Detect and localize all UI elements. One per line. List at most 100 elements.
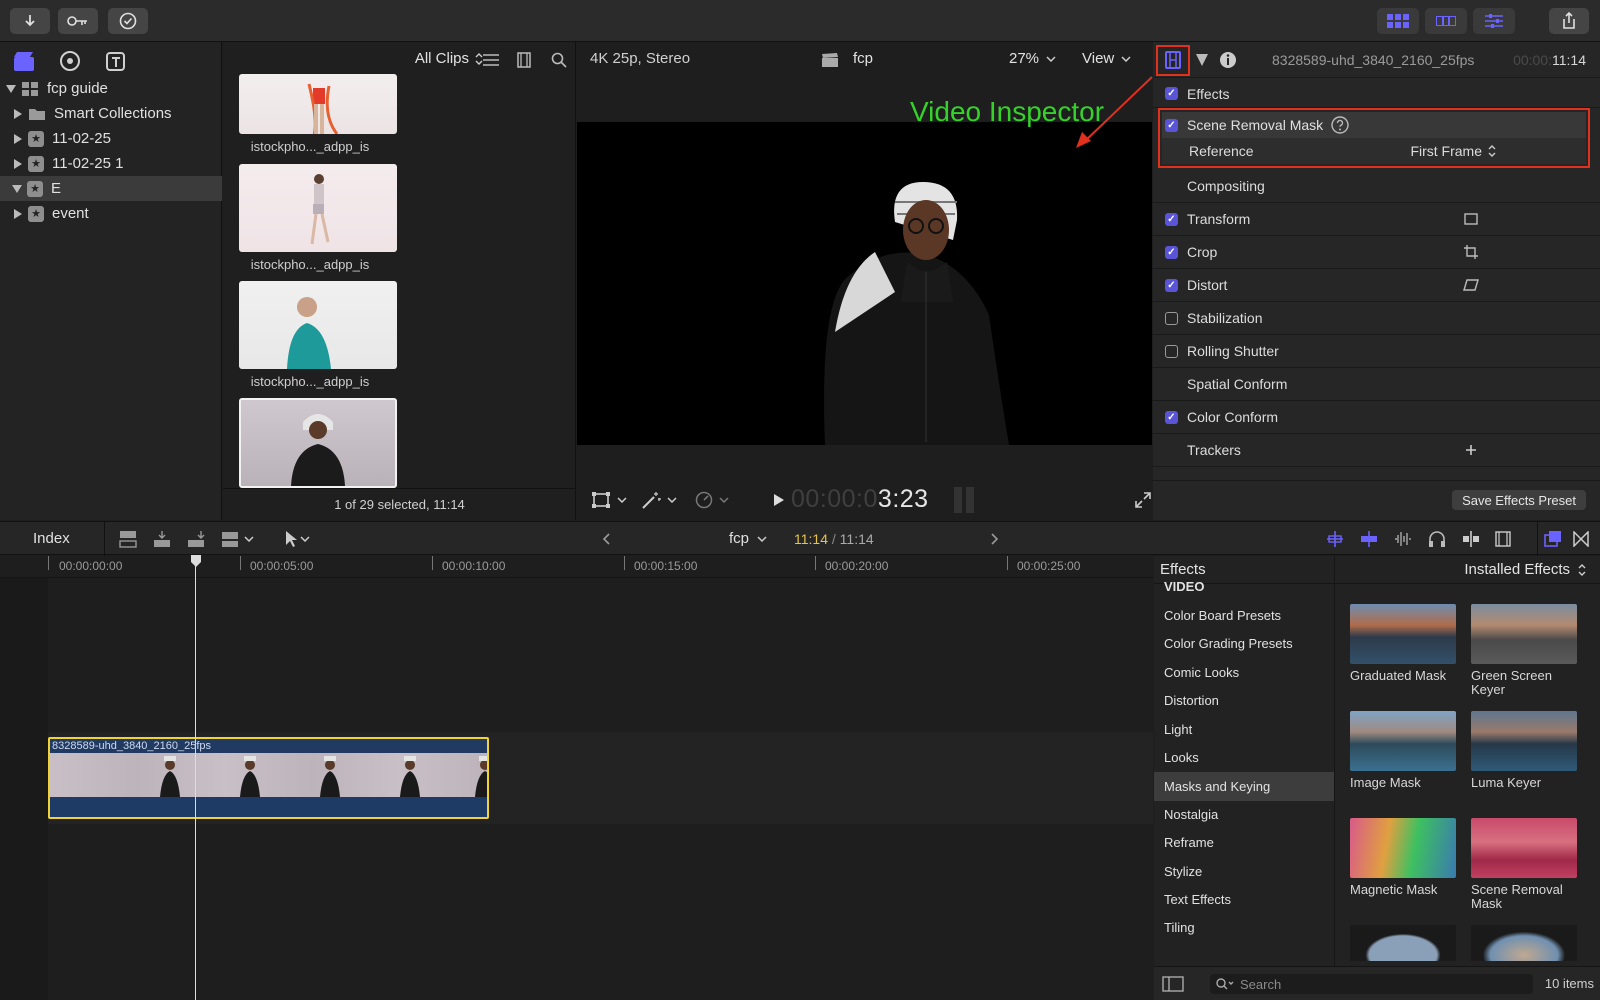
play-icon[interactable] bbox=[773, 493, 785, 507]
effects-search-field[interactable]: Search bbox=[1210, 974, 1533, 994]
effect-item[interactable]: Image Mask bbox=[1350, 711, 1458, 790]
timecode-display[interactable]: 00:00:03:23 bbox=[791, 485, 929, 514]
view-dropdown[interactable]: View bbox=[1082, 50, 1131, 67]
effects-category[interactable]: Looks bbox=[1154, 743, 1334, 772]
disclosure-icon[interactable] bbox=[14, 133, 22, 144]
sidebar-item-event-selected[interactable]: ★ E bbox=[0, 176, 222, 201]
next-project-icon[interactable] bbox=[991, 533, 999, 545]
effects-category[interactable]: Text Effects bbox=[1154, 885, 1334, 914]
rolling-shutter-checkbox[interactable] bbox=[1165, 344, 1178, 358]
sidebar-item-smart-collections[interactable]: Smart Collections bbox=[0, 101, 222, 126]
effects-category-selected[interactable]: Masks and Keying bbox=[1154, 772, 1334, 801]
chevron-down-icon[interactable] bbox=[244, 536, 254, 542]
inspector-toggle-button[interactable] bbox=[1473, 8, 1515, 34]
select-tool-icon[interactable] bbox=[284, 530, 298, 548]
sidebar-item-event[interactable]: ★ 11-02-25 bbox=[0, 126, 222, 151]
effects-category[interactable]: Light bbox=[1154, 715, 1334, 744]
effects-category[interactable]: Color Grading Presets bbox=[1154, 629, 1334, 658]
background-tasks-button[interactable] bbox=[108, 8, 148, 34]
save-effects-preset-button[interactable]: Save Effects Preset bbox=[1452, 490, 1586, 510]
transitions-browser-icon[interactable] bbox=[1573, 531, 1589, 547]
list-view-icon[interactable] bbox=[483, 53, 499, 67]
inspector-row-rolling-shutter[interactable]: Rolling Shutter bbox=[1153, 335, 1600, 368]
distort-onscreen-icon[interactable] bbox=[1463, 279, 1479, 291]
previous-project-icon[interactable] bbox=[602, 533, 610, 545]
effects-category[interactable]: Comic Looks bbox=[1154, 658, 1334, 687]
effects-category[interactable]: Distortion bbox=[1154, 686, 1334, 715]
index-button[interactable]: Index bbox=[33, 530, 70, 547]
inspector-row-crop[interactable]: ✓ Crop bbox=[1153, 236, 1600, 269]
inspector-row-spatial-conform[interactable]: Spatial Conform bbox=[1153, 368, 1600, 401]
disclosure-icon[interactable] bbox=[12, 184, 22, 193]
info-icon[interactable] bbox=[1219, 51, 1237, 69]
color-inspector-icon[interactable] bbox=[1195, 53, 1209, 67]
stabilization-checkbox[interactable] bbox=[1165, 311, 1178, 325]
clip-thumbnail[interactable] bbox=[239, 74, 397, 134]
effects-category[interactable]: Reframe bbox=[1154, 828, 1334, 857]
sidebar-item-event[interactable]: ★ 11-02-25 1 bbox=[0, 151, 222, 176]
effects-category[interactable]: Stylize bbox=[1154, 857, 1334, 886]
libraries-icon[interactable] bbox=[12, 50, 36, 72]
crop-checkbox[interactable]: ✓ bbox=[1165, 245, 1178, 259]
inspector-row-trackers[interactable]: Trackers bbox=[1153, 434, 1600, 467]
sidebar-toggle-icon[interactable] bbox=[1162, 976, 1184, 992]
effect-item[interactable]: Scene Removal Mask bbox=[1471, 818, 1579, 911]
chevron-down-icon[interactable] bbox=[300, 536, 310, 542]
timeline[interactable]: 00:00:00:00 00:00:05:00 00:00:10:00 00:0… bbox=[0, 554, 1153, 1000]
waveform-icon[interactable] bbox=[1393, 530, 1413, 548]
sidebar-item-event[interactable]: ★ event bbox=[0, 201, 222, 226]
effects-category[interactable]: Tiling bbox=[1154, 913, 1334, 942]
color-conform-checkbox[interactable]: ✓ bbox=[1165, 410, 1178, 424]
effect-item[interactable] bbox=[1350, 925, 1458, 961]
effects-category[interactable]: Nostalgia bbox=[1154, 800, 1334, 829]
chevron-down-icon[interactable] bbox=[617, 496, 627, 503]
browser-toggle-button[interactable] bbox=[1377, 8, 1419, 34]
effects-category[interactable]: Color Board Presets bbox=[1154, 601, 1334, 630]
speedometer-icon[interactable] bbox=[695, 491, 713, 509]
scene-removal-checkbox[interactable]: ✓ bbox=[1165, 118, 1178, 132]
effects-browser-toggle-icon[interactable] bbox=[1544, 530, 1562, 548]
help-icon[interactable] bbox=[1331, 116, 1349, 134]
magic-wand-icon[interactable] bbox=[641, 491, 661, 509]
disclosure-icon[interactable] bbox=[6, 84, 16, 93]
effects-section-header[interactable]: ✓ Effects bbox=[1153, 80, 1600, 108]
disclosure-icon[interactable] bbox=[14, 108, 22, 119]
titles-generators-icon[interactable] bbox=[104, 50, 128, 72]
clip-thumbnail-selected[interactable] bbox=[239, 398, 397, 488]
chevron-down-icon[interactable] bbox=[667, 496, 677, 503]
connect-clip-icon[interactable] bbox=[118, 530, 138, 548]
reference-dropdown[interactable]: First Frame bbox=[1410, 143, 1496, 159]
audio-skimming-icon[interactable] bbox=[1359, 530, 1379, 548]
add-tracker-icon[interactable] bbox=[1465, 444, 1477, 456]
share-button[interactable] bbox=[1549, 8, 1589, 34]
effect-item[interactable]: Luma Keyer bbox=[1471, 711, 1579, 790]
headphones-icon[interactable] bbox=[1427, 530, 1447, 548]
effect-item[interactable]: Green Screen Keyer bbox=[1471, 604, 1579, 697]
effects-checkbox[interactable]: ✓ bbox=[1165, 87, 1178, 100]
timeline-toggle-button[interactable] bbox=[1425, 8, 1467, 34]
effect-item[interactable]: Graduated Mask bbox=[1350, 604, 1458, 683]
overwrite-clip-icon[interactable] bbox=[220, 530, 240, 548]
crop-onscreen-icon[interactable] bbox=[1464, 245, 1478, 259]
clip-thumbnail[interactable] bbox=[239, 164, 397, 252]
photos-audio-icon[interactable] bbox=[58, 50, 82, 72]
library-root[interactable]: fcp guide bbox=[0, 76, 222, 101]
disclosure-icon[interactable] bbox=[14, 158, 22, 169]
clip-filter-dropdown[interactable]: All Clips bbox=[415, 50, 483, 67]
transform-tool-icon[interactable] bbox=[591, 491, 611, 509]
installed-effects-dropdown[interactable]: Installed Effects bbox=[1335, 556, 1600, 584]
clip-thumbnail[interactable] bbox=[239, 281, 397, 369]
filmstrip-icon[interactable] bbox=[1165, 51, 1181, 69]
skimming-icon[interactable] bbox=[1325, 530, 1345, 548]
playhead-handle-icon[interactable] bbox=[190, 554, 202, 568]
inspector-row-stabilization[interactable]: Stabilization bbox=[1153, 302, 1600, 335]
append-clip-icon[interactable] bbox=[186, 530, 206, 548]
keyword-button[interactable] bbox=[58, 8, 98, 34]
fullscreen-icon[interactable] bbox=[1134, 491, 1151, 508]
inspector-row-compositing[interactable]: Compositing bbox=[1153, 170, 1600, 203]
chevron-down-icon[interactable] bbox=[719, 496, 729, 503]
timeline-ruler[interactable]: 00:00:00:00 00:00:05:00 00:00:10:00 00:0… bbox=[0, 556, 1153, 578]
snapping-icon[interactable] bbox=[1461, 530, 1481, 548]
inspector-row-color-conform[interactable]: ✓ Color Conform bbox=[1153, 401, 1600, 434]
import-button[interactable] bbox=[10, 8, 50, 34]
